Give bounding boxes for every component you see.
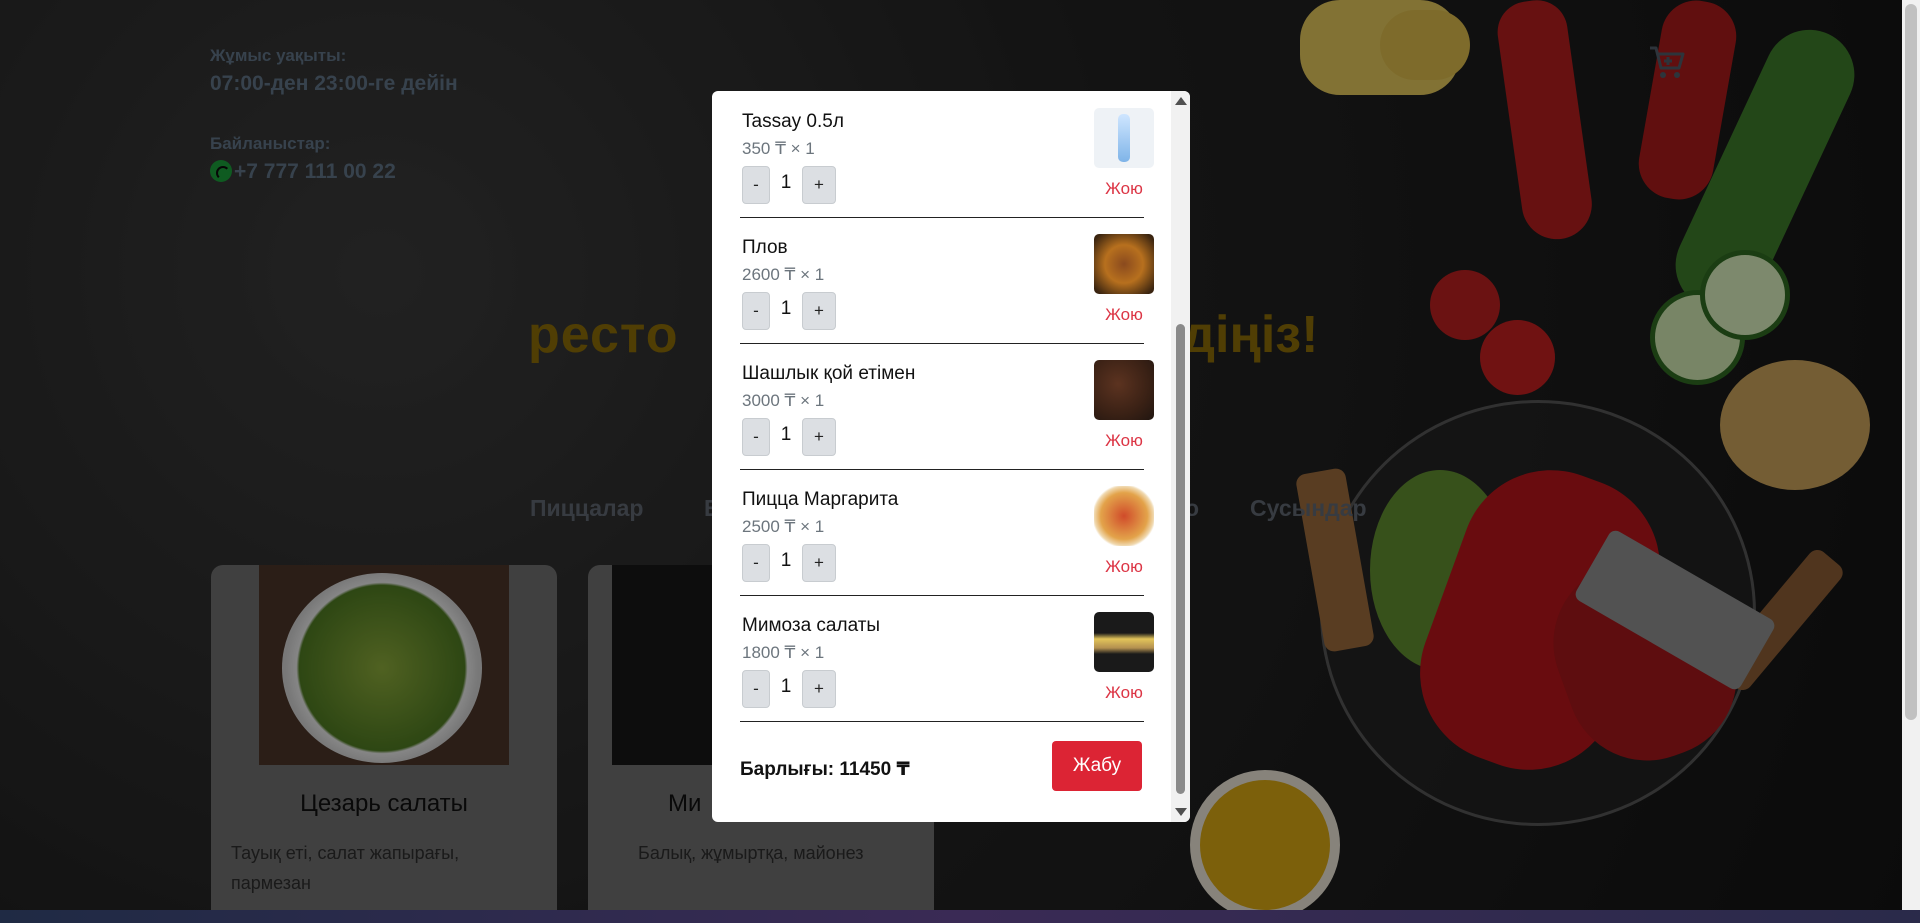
cart-item-qty: 1 <box>780 550 792 571</box>
cart-item: Пицца Маргарита 2500 ₸ × 1 - 1 + Жою <box>740 469 1154 596</box>
modal-scrollbar-thumb[interactable] <box>1176 324 1185 794</box>
remove-item-button[interactable]: Жою <box>1094 431 1154 451</box>
increase-qty-button[interactable]: + <box>802 292 836 330</box>
cart-item: Tassay 0.5л 350 ₸ × 1 - 1 + Жою <box>740 91 1154 218</box>
increase-qty-button[interactable]: + <box>802 166 836 204</box>
cart-item-name: Tassay 0.5л <box>742 111 844 132</box>
scroll-up-arrow-icon[interactable] <box>1175 97 1187 105</box>
decrease-qty-button[interactable]: - <box>742 670 770 708</box>
page-scrollbar-thumb[interactable] <box>1905 4 1917 720</box>
remove-item-button[interactable]: Жою <box>1094 683 1154 703</box>
shashlyk-image <box>1094 360 1154 420</box>
cart-item-qty: 1 <box>780 424 792 445</box>
taskbar <box>0 910 1920 923</box>
cart-item: Мимоза салаты 1800 ₸ × 1 - 1 + Жою <box>740 595 1154 722</box>
page-scrollbar[interactable] <box>1902 0 1920 910</box>
decrease-qty-button[interactable]: - <box>742 544 770 582</box>
cart-item-name: Плов <box>742 237 788 258</box>
increase-qty-button[interactable]: + <box>802 418 836 456</box>
cart-item-price: 3000 ₸ × 1 <box>742 391 825 410</box>
mimoza-salad-image <box>1094 612 1154 672</box>
increase-qty-button[interactable]: + <box>802 670 836 708</box>
scroll-down-arrow-icon[interactable] <box>1175 808 1187 816</box>
cart-item-qty: 1 <box>780 172 792 193</box>
decrease-qty-button[interactable]: - <box>742 418 770 456</box>
remove-item-button[interactable]: Жою <box>1094 557 1154 577</box>
cart-item-name: Мимоза салаты <box>742 615 881 636</box>
remove-item-button[interactable]: Жою <box>1094 179 1154 199</box>
decrease-qty-button[interactable]: - <box>742 166 770 204</box>
cart-item: Шашлык қой етімен 3000 ₸ × 1 - 1 + Жою <box>740 343 1154 470</box>
cart-item-qty: 1 <box>780 298 792 319</box>
cart-item-qty: 1 <box>780 676 792 697</box>
cart-modal: Tassay 0.5л 350 ₸ × 1 - 1 + Жою Плов 260… <box>712 91 1190 822</box>
cart-item-price: 1800 ₸ × 1 <box>742 643 825 662</box>
close-cart-button[interactable]: Жабу <box>1052 741 1142 791</box>
cart-item-price: 350 ₸ × 1 <box>742 139 815 158</box>
remove-item-button[interactable]: Жою <box>1094 305 1154 325</box>
cart-total: Барлығы: 11450 ₸ <box>740 759 910 780</box>
cart-item: Плов 2600 ₸ × 1 - 1 + Жою <box>740 217 1154 344</box>
water-bottle-image <box>1094 108 1154 168</box>
cart-item-name: Шашлык қой етімен <box>742 363 916 384</box>
plov-image <box>1094 234 1154 294</box>
modal-scrollbar[interactable] <box>1171 91 1190 822</box>
pizza-image <box>1094 486 1154 546</box>
cart-item-name: Пицца Маргарита <box>742 489 899 510</box>
increase-qty-button[interactable]: + <box>802 544 836 582</box>
decrease-qty-button[interactable]: - <box>742 292 770 330</box>
cart-item-price: 2600 ₸ × 1 <box>742 265 825 284</box>
cart-item-price: 2500 ₸ × 1 <box>742 517 825 536</box>
